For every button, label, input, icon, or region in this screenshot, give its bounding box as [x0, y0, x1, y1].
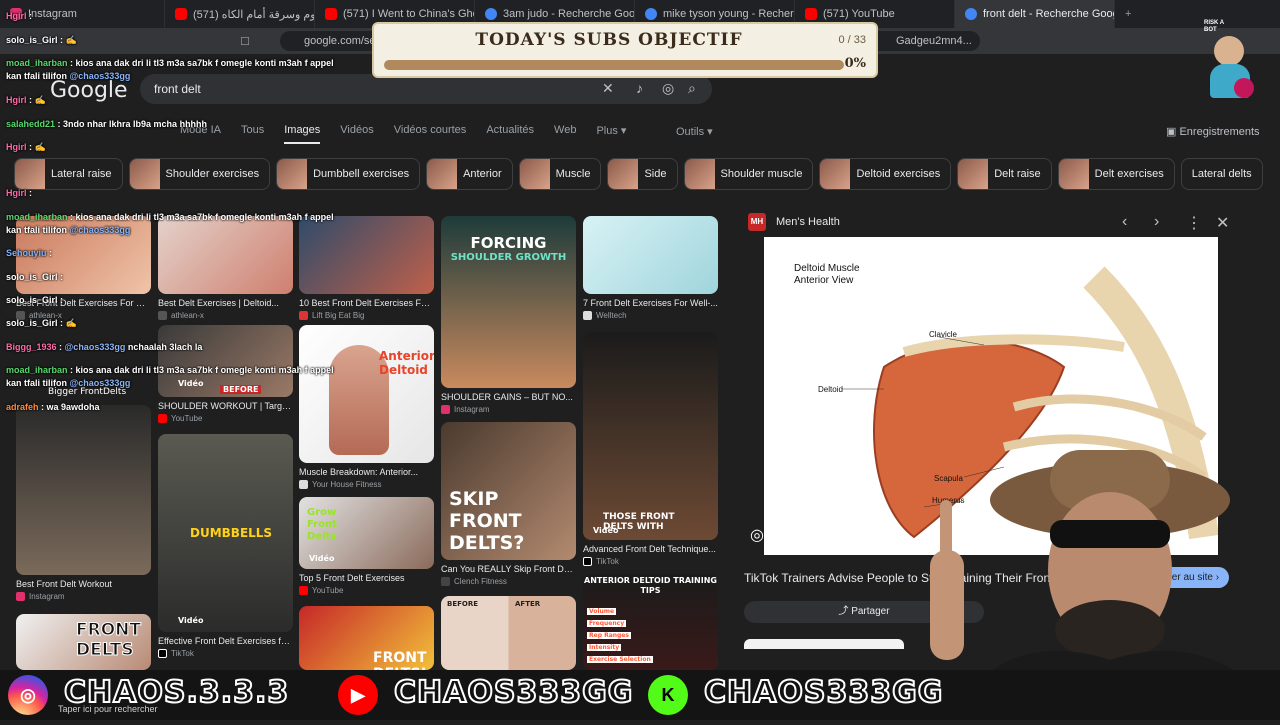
google-icon — [485, 8, 497, 20]
diagram-subtitle: Anterior View — [794, 275, 854, 286]
youtube-icon — [299, 586, 308, 595]
result-thumbnail — [583, 216, 718, 294]
chat-message: salahedd21 : 3ndo nhar lkhra lb9a mcha h… — [6, 119, 208, 129]
chat-message: adrafeh : wa 9awdoha — [6, 402, 100, 412]
kick-handle: CHAOS333GG — [703, 674, 944, 711]
subs-goal-title: TODAY'S SUBS OBJECTIF — [475, 30, 743, 50]
chat-message: Hgirl : — [6, 11, 33, 21]
taskbar-search[interactable]: Taper ici pour rechercher — [58, 704, 158, 714]
chat-message: moad_iharban : kios ana dak dri li tl3 m… — [6, 58, 334, 81]
result-thumbnail: FRONT DELTS! — [299, 606, 434, 670]
chat-message: solo_is_Girl : ✍ — [6, 35, 77, 45]
image-result[interactable]: FORCING SHOULDER GROWTH SHOULDER GAINS –… — [441, 216, 576, 414]
youtube-icon — [805, 8, 817, 20]
clear-icon[interactable]: ✕ — [602, 80, 614, 97]
share-icon: ⤴ — [838, 606, 852, 617]
label-clavicle: Clavicle — [929, 330, 958, 339]
kick-icon: K — [648, 675, 688, 715]
label-deltoid: Deltoid — [818, 385, 843, 394]
result-thumbnail — [16, 405, 151, 575]
tab-web[interactable]: Web — [554, 124, 576, 144]
chat-message: Hgirl : — [6, 188, 33, 198]
tools-button[interactable]: Outils ▾ — [676, 125, 713, 138]
stream-chat-overlay: Hgirl : solo_is_Girl : ✍ moad_iharban : … — [0, 0, 340, 420]
subs-goal-percent: 0% — [844, 56, 866, 71]
image-result[interactable]: FRONT DELTS! — [299, 606, 434, 670]
streamer-avatar: RISK A BOT — [1200, 20, 1260, 100]
chevron-left-icon[interactable]: ‹ — [1122, 213, 1127, 231]
instagram-icon — [16, 592, 25, 601]
chip-lateral-delts[interactable]: Lateral delts — [1180, 158, 1263, 190]
chip-delt-exercises[interactable]: Delt exercises — [1057, 158, 1175, 190]
tiktok-icon — [158, 649, 167, 658]
image-result[interactable]: SKIP FRONT DELTS? Can You REALLY Skip Fr… — [441, 422, 576, 586]
chip-shoulder-muscle[interactable]: Shoulder muscle — [683, 158, 814, 190]
chip-anterior[interactable]: Anterior — [426, 158, 513, 190]
chat-message: solo_is_Girl : — [6, 272, 64, 282]
tab-actualites[interactable]: Actualités — [486, 124, 534, 144]
lens-icon[interactable]: ◎ — [662, 80, 674, 97]
image-result[interactable]: DUMBBELLS Vidéo Effective Front Delt Exe… — [158, 434, 293, 658]
panel-header: MH Men's Health — [748, 213, 840, 231]
subs-goal-count: 0 / 33 — [838, 34, 866, 46]
result-thumbnail: FRONT DELTS — [16, 614, 151, 670]
close-icon[interactable]: ✕ — [1216, 213, 1229, 233]
google-icon — [965, 8, 977, 20]
chat-message: Hgirl : ✍ — [6, 142, 46, 152]
social-banner: ◎ CHAOS.3.3.3 ▶ CHAOS333GG K CHAOS333GG … — [0, 670, 1280, 720]
youtube-handle: CHAOS333GG — [393, 674, 634, 711]
diagram-title: Deltoid Muscle — [794, 263, 860, 274]
image-result[interactable]: Grow Front Delts Vidéo Top 5 Front Delt … — [299, 497, 434, 595]
chat-message: moad_iharban : kios ana dak dri li tl3 m… — [6, 212, 334, 235]
instagram-icon: ◎ — [8, 675, 48, 715]
result-thumbnail: SKIP FRONT DELTS? — [441, 422, 576, 560]
chat-message: Hgirl : ✍ — [6, 95, 46, 105]
result-thumbnail: THOSE FRONT DELTS WITH Vidéo — [583, 332, 718, 540]
chat-message: solo_is_Girl : — [6, 295, 64, 305]
image-result[interactable]: BEFORE AFTER — [441, 596, 576, 670]
tab-plus[interactable]: Plus ▾ — [596, 124, 626, 144]
chevron-right-icon[interactable]: › — [1154, 213, 1159, 231]
result-thumbnail: FORCING SHOULDER GROWTH — [441, 216, 576, 388]
image-result[interactable]: 7 Front Delt Exercises For Well-... Well… — [583, 216, 718, 320]
chat-message: Biggg_1936 : @chaos333gg nchaalah 3lach … — [6, 342, 203, 352]
result-thumbnail: ANTERIOR DELTOID TRAINING TIPS Volume Fr… — [583, 574, 718, 670]
youtube-icon: ▶ — [338, 675, 378, 715]
chip-muscle[interactable]: Muscle — [518, 158, 602, 190]
chat-message: moad_iharban : kios ana dak dri li tl3 m… — [6, 365, 334, 388]
lens-icon[interactable]: ◎ — [750, 525, 764, 545]
chip-side[interactable]: Side — [607, 158, 678, 190]
image-result[interactable]: FRONT DELTS — [16, 614, 151, 670]
result-thumbnail: BEFORE AFTER — [441, 596, 576, 670]
tiktok-icon — [583, 557, 592, 566]
subs-goal-widget: TODAY'S SUBS OBJECTIF 0 / 33 0% — [372, 22, 878, 78]
microphone-icon[interactable]: ♪ — [636, 80, 643, 96]
panel-source[interactable]: Men's Health — [776, 216, 840, 228]
chat-message: Sehouyiu : — [6, 248, 53, 258]
chip-deltoid-exercises[interactable]: Deltoid exercises — [819, 158, 952, 190]
result-thumbnail: DUMBBELLS Vidéo — [158, 434, 293, 632]
image-result[interactable]: Best Front Delt Workout Instagram — [16, 405, 151, 601]
subs-goal-progress-bar — [384, 60, 844, 70]
tab-videos[interactable]: Vidéos — [340, 124, 373, 144]
new-tab-button[interactable]: + — [1115, 0, 1141, 28]
instagram-icon — [441, 405, 450, 414]
related-image[interactable] — [744, 639, 904, 649]
chip-delt-raise[interactable]: Delt raise — [957, 158, 1052, 190]
saves-button[interactable]: ▣ Enregistrements — [1166, 125, 1260, 138]
search-icon[interactable]: ⌕ — [688, 80, 696, 97]
more-vert-icon[interactable]: ⋮ — [1186, 213, 1202, 233]
image-result[interactable]: THOSE FRONT DELTS WITH Vidéo Advanced Fr… — [583, 332, 718, 566]
browser-tab-active[interactable]: front delt - Recherche Google✕ — [955, 0, 1115, 28]
source-logo: MH — [748, 213, 766, 231]
chat-message: solo_is_Girl : ✍ — [6, 318, 77, 328]
tab-videos-courtes[interactable]: Vidéos courtes — [394, 124, 467, 144]
google-icon — [645, 8, 657, 20]
result-thumbnail: Grow Front Delts Vidéo — [299, 497, 434, 569]
image-result[interactable]: ANTERIOR DELTOID TRAINING TIPS Volume Fr… — [583, 574, 718, 670]
